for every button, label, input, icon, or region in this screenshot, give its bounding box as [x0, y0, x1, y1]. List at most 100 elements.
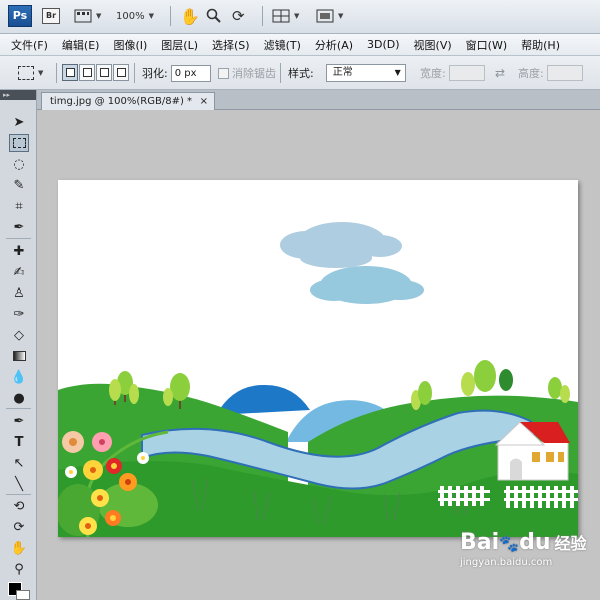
subtract-from-selection-button[interactable] — [96, 64, 112, 81]
chevron-down-icon: ▼ — [38, 69, 44, 77]
zoom-tool-button[interactable] — [206, 6, 222, 26]
magnifier-icon: ⚲ — [14, 561, 24, 577]
dodge-tool[interactable]: ● — [9, 389, 29, 407]
style-select[interactable]: 正常 ▼ — [325, 64, 406, 82]
eraser-tool[interactable]: ◇ — [9, 326, 29, 344]
close-icon[interactable]: × — [200, 93, 208, 110]
jingyan-text: 经验 — [554, 534, 587, 553]
width-label: 宽度: — [420, 67, 446, 80]
line-tool[interactable]: ╲ — [9, 475, 29, 493]
magic-wand-icon: ✎ — [13, 177, 25, 193]
move-arrow-icon: ➤ — [13, 114, 25, 130]
eyedropper-tool[interactable]: ✒ — [9, 218, 29, 236]
document-canvas[interactable] — [58, 180, 578, 537]
pen-tool[interactable]: ✒ — [9, 412, 29, 430]
height-input[interactable] — [546, 65, 583, 81]
zoom-level-button[interactable]: 100% ▼ — [116, 6, 154, 26]
menu-image[interactable]: 图像(I) — [106, 37, 154, 53]
menu-edit[interactable]: 编辑(E) — [55, 37, 107, 53]
separator — [280, 63, 281, 83]
brush-icon: ✍ — [13, 264, 25, 280]
menu-filter[interactable]: 滤镜(T) — [257, 37, 308, 53]
eraser-icon: ◇ — [14, 327, 24, 343]
height-label: 高度: — [518, 67, 544, 80]
rotate-view-button[interactable]: ⟳ — [232, 6, 245, 26]
add-selection-icon — [83, 68, 92, 77]
crop-tool[interactable]: ⌗ — [9, 197, 29, 215]
swap-dimensions-button[interactable]: ⇄ — [495, 64, 505, 82]
path-arrow-icon: ↖ — [13, 455, 25, 471]
arrange-documents-button[interactable]: ▼ — [272, 6, 299, 26]
3d-rotate-tool[interactable]: ⟲ — [9, 497, 29, 515]
menu-layer[interactable]: 图层(L) — [154, 37, 205, 53]
lasso-tool[interactable]: ◌ — [9, 155, 29, 173]
screen-mode-button[interactable]: ▼ — [316, 6, 343, 26]
hand-icon: ✋ — [180, 6, 200, 26]
watermark-url: jingyan.baidu.com — [460, 557, 553, 568]
antialias-group: 消除锯齿 — [218, 64, 276, 82]
baidu-jingyan-watermark: Bai 🐾 du 经验 jingyan.baidu.com — [460, 530, 590, 590]
menu-file[interactable]: 文件(F) — [4, 37, 55, 53]
feather-label: 羽化: — [142, 67, 168, 80]
history-brush-tool[interactable]: ✑ — [9, 305, 29, 323]
hand-tool-button[interactable]: ✋ — [180, 6, 200, 26]
new-selection-button[interactable] — [62, 64, 78, 81]
chevron-down-icon: ▼ — [294, 12, 300, 20]
menu-analysis[interactable]: 分析(A) — [308, 37, 360, 53]
move-tool[interactable]: ➤ — [9, 113, 29, 131]
zoom-level: 100% — [116, 10, 145, 22]
document-tab-title: timg.jpg @ 100%(RGB/8#) * — [50, 96, 193, 107]
crop-icon: ⌗ — [15, 198, 23, 214]
bridge-button[interactable]: Br — [42, 6, 60, 26]
tool-preset-picker[interactable]: ▼ — [18, 64, 43, 82]
antialias-label: 消除锯齿 — [232, 67, 276, 80]
cloud-lower — [310, 266, 424, 304]
lasso-icon: ◌ — [13, 156, 25, 172]
menu-3d[interactable]: 3D(D) — [360, 38, 407, 51]
fences — [438, 486, 578, 508]
style-value: 正常 — [332, 67, 353, 78]
chevron-down-icon: ▼ — [338, 12, 344, 20]
background-color-swatch[interactable] — [16, 590, 30, 600]
panel-grip[interactable]: ▸▸ — [0, 90, 36, 100]
subtract-selection-icon — [100, 68, 109, 77]
separator — [134, 63, 135, 83]
dodge-icon: ● — [13, 390, 25, 406]
swap-arrows-icon: ⇄ — [495, 66, 506, 80]
healing-brush-tool[interactable]: ✚ — [9, 242, 29, 260]
blur-tool[interactable]: 💧 — [9, 368, 29, 386]
history-brush-icon: ✑ — [13, 306, 25, 322]
menu-select[interactable]: 选择(S) — [205, 37, 257, 53]
menu-help[interactable]: 帮助(H) — [514, 37, 567, 53]
document-tab[interactable]: timg.jpg @ 100%(RGB/8#) * × — [41, 92, 216, 110]
baidu-logo-text: Bai — [460, 530, 500, 555]
add-to-selection-button[interactable] — [79, 64, 95, 81]
screen-mode-icon — [316, 9, 334, 23]
view-extras-button[interactable]: ▼ — [74, 6, 101, 26]
path-selection-tool[interactable]: ↖ — [9, 454, 29, 472]
rectangular-marquee-icon — [12, 138, 26, 148]
menu-window[interactable]: 窗口(W) — [459, 37, 514, 53]
3d-orbit-tool[interactable]: ⟳ — [9, 518, 29, 536]
width-input[interactable] — [448, 65, 485, 81]
type-tool[interactable]: T — [9, 433, 29, 451]
intersect-selection-icon — [117, 68, 126, 77]
chevron-down-icon: ▼ — [394, 68, 401, 77]
hand-tool[interactable]: ✋ — [9, 539, 29, 557]
type-icon: T — [14, 434, 24, 450]
marquee-tool[interactable] — [9, 134, 29, 152]
separator — [6, 408, 31, 409]
antialias-checkbox[interactable] — [218, 67, 229, 79]
menu-view[interactable]: 视图(V) — [407, 37, 459, 53]
3d-rotate-icon: ⟲ — [13, 498, 25, 514]
gradient-tool[interactable] — [9, 347, 29, 365]
clone-stamp-tool[interactable]: ♙ — [9, 284, 29, 302]
stamp-icon: ♙ — [13, 285, 25, 301]
zoom-tool[interactable]: ⚲ — [9, 560, 29, 578]
separator — [56, 63, 57, 83]
intersect-selection-button[interactable] — [113, 64, 129, 81]
brush-tool[interactable]: ✍ — [9, 263, 29, 281]
quick-selection-tool[interactable]: ✎ — [9, 176, 29, 194]
cloud-upper — [280, 222, 402, 268]
feather-input[interactable]: 0 px — [170, 64, 211, 82]
